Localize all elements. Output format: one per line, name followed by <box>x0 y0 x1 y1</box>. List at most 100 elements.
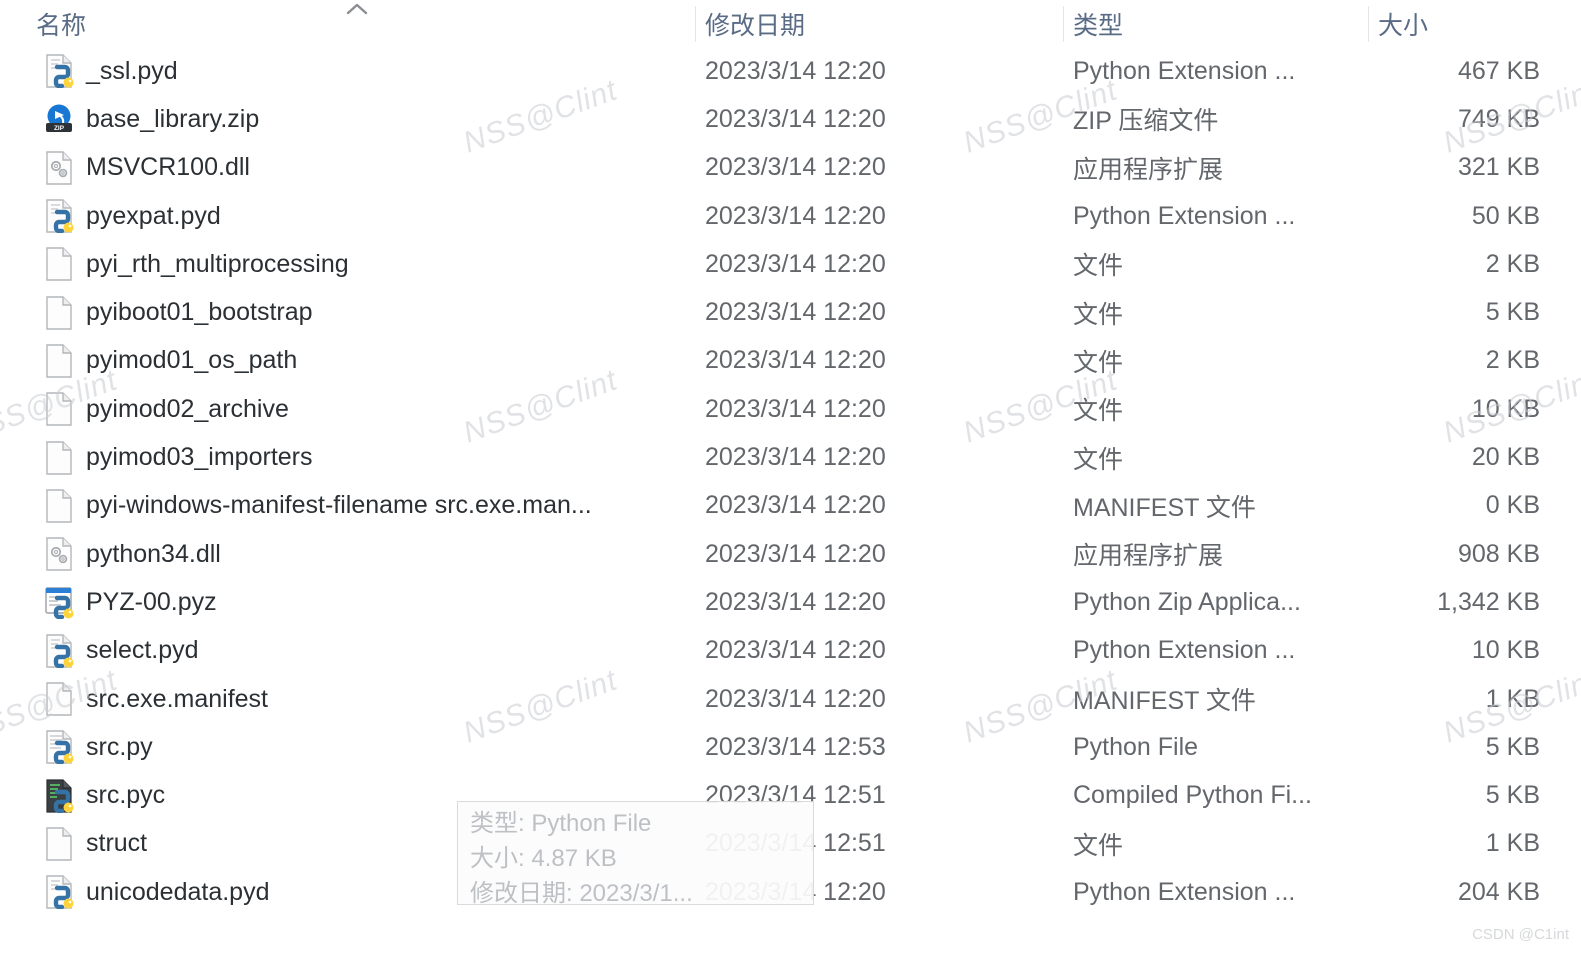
file-name-cell[interactable]: PYZ-00.pyz <box>44 578 684 626</box>
file-type-label: Python Extension ... <box>1073 56 1296 85</box>
file-name-cell[interactable]: pyimod03_importers <box>44 433 684 481</box>
file-name-label: base_library.zip <box>86 104 260 133</box>
csdn-credit-watermark: CSDN @C1int <box>1472 926 1569 943</box>
file-date-label: 2023/3/14 12:20 <box>705 201 886 230</box>
column-divider-type-size[interactable] <box>1368 6 1369 42</box>
file-row[interactable]: src.py 2023/3/14 12:53 Python File 5 KB <box>0 723 1581 771</box>
file-name-cell[interactable]: pyimod02_archive <box>44 385 684 433</box>
file-date-label: 2023/3/14 12:20 <box>705 249 886 278</box>
file-row[interactable]: python34.dll 2023/3/14 12:20 应用程序扩展 908 KB <box>0 530 1581 578</box>
file-name-cell[interactable]: pyiboot01_bootstrap <box>44 288 684 336</box>
file-date-cell: 2023/3/14 12:20 <box>705 530 1055 578</box>
blank-file-icon <box>44 295 74 330</box>
file-name-label: struct <box>86 829 148 858</box>
file-type-label: Compiled Python Fi... <box>1073 781 1312 810</box>
file-row[interactable]: pyimod03_importers 2023/3/14 12:20 文件 20 KB <box>0 433 1581 481</box>
file-type-label: Python File <box>1073 732 1199 761</box>
tooltip-line: 类型: Python File <box>470 810 652 837</box>
file-type-cell: 应用程序扩展 <box>1073 530 1363 578</box>
file-row[interactable]: pyiboot01_bootstrap 2023/3/14 12:20 文件 5 KB <box>0 288 1581 336</box>
file-name-cell[interactable]: pyi_rth_multiprocessing <box>44 240 684 288</box>
file-date-label: 2023/3/14 12:20 <box>705 636 886 665</box>
file-row[interactable]: pyimod01_os_path 2023/3/14 12:20 文件 2 KB <box>0 337 1581 385</box>
file-name-cell[interactable]: python34.dll <box>44 530 684 578</box>
file-name-cell[interactable]: pyexpat.pyd <box>44 192 684 240</box>
file-name-cell[interactable]: _ssl.pyd <box>44 47 684 95</box>
file-name-label: pyimod03_importers <box>86 443 313 472</box>
blank-file-icon <box>44 392 74 426</box>
file-type-label: 文件 <box>1073 397 1124 426</box>
file-name-cell[interactable]: ZIP base_library.zip <box>44 95 684 143</box>
column-header-date[interactable]: 修改日期 <box>705 0 1055 47</box>
file-date-cell: 2023/3/14 12:20 <box>705 385 1055 433</box>
file-name-cell[interactable]: pyimod01_os_path <box>44 337 684 385</box>
file-size-cell: 5 KB <box>1368 288 1564 336</box>
python-file-icon <box>44 730 74 765</box>
file-size-cell: 5 KB <box>1368 771 1564 819</box>
file-name-label: src.exe.manifest <box>86 684 269 713</box>
file-type-cell: 文件 <box>1073 385 1363 433</box>
file-type-label: Python Extension ... <box>1073 636 1296 665</box>
file-type-cell: Python Extension ... <box>1073 47 1363 95</box>
file-row[interactable]: select.pyd 2023/3/14 12:20 Python Extensio… <box>0 627 1581 675</box>
file-row[interactable]: src.exe.manifest 2023/3/14 12:20 MANIFEST … <box>0 675 1581 723</box>
file-row[interactable]: PYZ-00.pyz 2023/3/14 12:20 Python Zip Appl… <box>0 578 1581 626</box>
file-type-label: Python Extension ... <box>1073 877 1296 906</box>
file-size-cell: 10 KB <box>1368 385 1564 433</box>
column-header-size[interactable]: 大小 <box>1378 0 1568 47</box>
file-date-label: 2023/3/14 12:20 <box>705 298 886 327</box>
file-name-label: unicodedata.pyd <box>86 877 270 906</box>
file-row[interactable]: pyi-windows-manifest-filename src.exe.ma… <box>0 482 1581 530</box>
file-row[interactable]: pyi_rth_multiprocessing 2023/3/14 12:20 文件… <box>0 240 1581 288</box>
file-name-label: select.pyd <box>86 636 199 665</box>
file-date-cell: 2023/3/14 12:20 <box>705 337 1055 385</box>
blank-file-icon <box>44 247 74 282</box>
file-name-cell[interactable]: src.exe.manifest <box>44 675 684 723</box>
file-date-cell: 2023/3/14 12:20 <box>705 47 1055 95</box>
file-size-label: 10 KB <box>1471 636 1540 665</box>
zip-archive-icon: ZIP <box>44 102 74 136</box>
file-size-cell: 321 KB <box>1368 144 1564 192</box>
python-zip-app-icon <box>44 585 74 620</box>
file-row[interactable]: _ssl.pyd 2023/3/14 12:20 Python Extension … <box>0 47 1581 95</box>
file-size-label: 0 KB <box>1485 491 1540 520</box>
file-type-label: 文件 <box>1073 300 1124 329</box>
blank-file-icon <box>44 440 74 475</box>
file-name-label: pyiboot01_bootstrap <box>86 298 313 327</box>
file-date-label: 2023/3/14 12:20 <box>705 587 886 616</box>
file-row[interactable]: ZIP base_library.zip 2023/3/14 12:20 ZIP 压缩… <box>0 95 1581 143</box>
file-name-cell[interactable]: pyi-windows-manifest-filename src.exe.ma… <box>44 482 684 530</box>
python-extension-icon <box>44 199 74 234</box>
file-type-cell: 文件 <box>1073 820 1363 868</box>
file-size-label: 5 KB <box>1485 732 1540 761</box>
file-row[interactable]: pyimod02_archive 2023/3/14 12:20 文件 10 KB <box>0 385 1581 433</box>
file-size-cell: 749 KB <box>1368 95 1564 143</box>
column-header-row: 名称 修改日期 类型 大小 <box>0 0 1581 47</box>
file-type-label: 文件 <box>1073 445 1124 474</box>
svg-text:ZIP: ZIP <box>54 126 65 133</box>
file-name-cell[interactable]: src.py <box>44 723 684 771</box>
file-size-label: 204 KB <box>1457 877 1540 906</box>
file-name-label: pyimod01_os_path <box>86 346 298 375</box>
file-name-cell[interactable]: MSVCR100.dll <box>44 144 684 192</box>
file-date-label: 2023/3/14 12:20 <box>705 394 886 423</box>
file-date-label: 2023/3/14 12:20 <box>705 491 886 520</box>
file-size-label: 1 KB <box>1485 829 1540 858</box>
file-row[interactable]: MSVCR100.dll 2023/3/14 12:20 应用程序扩展 321 KB <box>0 144 1581 192</box>
file-date-cell: 2023/3/14 12:20 <box>705 95 1055 143</box>
column-header-name[interactable]: 名称 <box>36 0 676 47</box>
column-divider-date-type[interactable] <box>1063 6 1064 42</box>
file-date-label: 2023/3/14 12:53 <box>705 732 886 761</box>
file-size-cell: 2 KB <box>1368 240 1564 288</box>
file-size-cell: 1,342 KB <box>1368 578 1564 626</box>
file-row[interactable]: pyexpat.pyd 2023/3/14 12:20 Python Extensi… <box>0 192 1581 240</box>
file-type-label: 文件 <box>1073 252 1124 281</box>
column-header-type[interactable]: 类型 <box>1073 0 1363 47</box>
file-size-cell: 10 KB <box>1368 627 1564 675</box>
file-size-cell: 0 KB <box>1368 482 1564 530</box>
file-date-cell: 2023/3/14 12:20 <box>705 240 1055 288</box>
column-divider-name-date[interactable] <box>695 6 696 42</box>
file-size-cell: 2 KB <box>1368 337 1564 385</box>
file-type-cell: Python Extension ... <box>1073 627 1363 675</box>
file-name-cell[interactable]: select.pyd <box>44 627 684 675</box>
